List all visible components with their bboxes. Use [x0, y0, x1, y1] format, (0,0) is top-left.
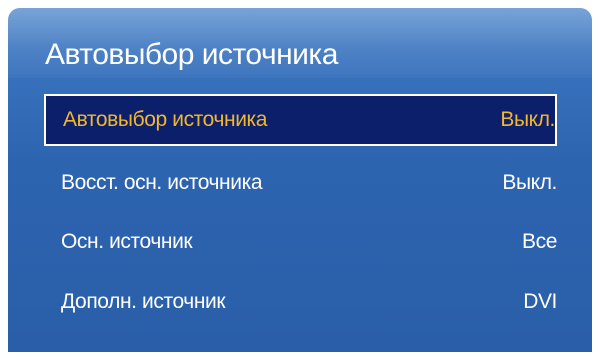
menu-item-primary-source[interactable]: Осн. источник Все: [44, 216, 557, 268]
menu-title: Автовыбор источника: [45, 38, 338, 71]
menu-item-label: Дополн. источник: [61, 290, 226, 313]
menu-item-restore-primary-source[interactable]: Восст. осн. источника Выкл.: [44, 157, 557, 209]
menu-item-value: Выкл.: [502, 171, 557, 194]
menu-item-value: Выкл.: [500, 108, 555, 131]
menu-item-label: Автовыбор источника: [63, 108, 268, 131]
menu-item-value: Все: [522, 230, 557, 253]
source-settings-menu: Автовыбор источника Автовыбор источника …: [8, 8, 592, 352]
menu-item-secondary-source[interactable]: Дополн. источник DVI: [44, 276, 557, 328]
menu-item-value: DVI: [523, 290, 557, 313]
menu-item-auto-source[interactable]: Автовыбор источника Выкл.: [44, 94, 557, 146]
menu-item-label: Осн. источник: [61, 230, 193, 253]
menu-item-label: Восст. осн. источника: [61, 171, 263, 194]
